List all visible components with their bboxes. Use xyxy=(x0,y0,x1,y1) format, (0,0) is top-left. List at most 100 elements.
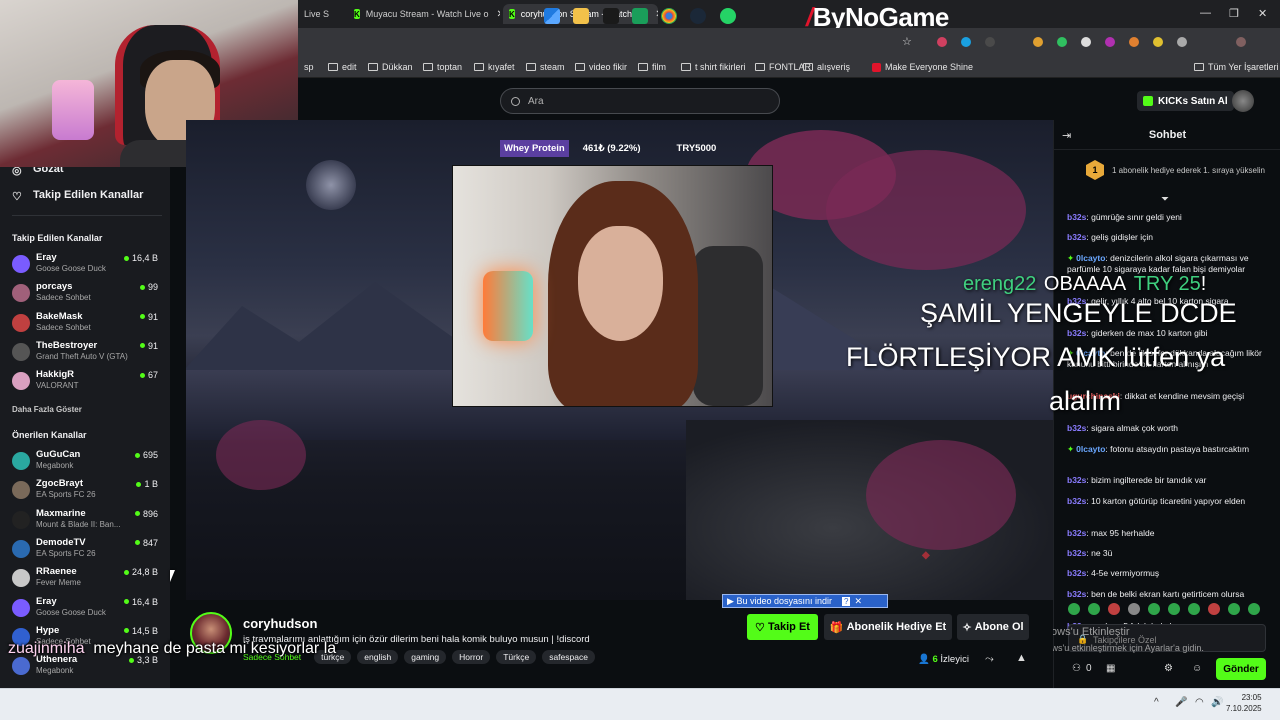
emote-icon[interactable] xyxy=(1248,603,1260,615)
bookmark-item[interactable]: video fikir xyxy=(575,62,627,72)
emote-icon[interactable] xyxy=(1128,603,1140,615)
report-warning-icon[interactable]: ▲ xyxy=(1016,652,1027,664)
tag[interactable]: safespace xyxy=(542,650,595,664)
emote-icon[interactable] xyxy=(1208,603,1220,615)
extension-icon[interactable] xyxy=(1129,37,1139,47)
sidebar-channel-item[interactable]: HakkigR VALORANT 67 xyxy=(10,368,162,394)
sidebar-channel-item[interactable]: TheBestroyer Grand Theft Auto V (GTA) 91 xyxy=(10,339,162,365)
extension-icon[interactable] xyxy=(985,37,995,47)
tab-live[interactable]: Live S xyxy=(298,4,346,24)
all-bookmarks[interactable]: Tüm Yer İşaretleri xyxy=(1194,62,1279,72)
chat-username[interactable]: b32s xyxy=(1067,496,1086,506)
emote-picker-icon[interactable]: ☺ xyxy=(1192,663,1202,674)
extension-icon[interactable] xyxy=(937,37,947,47)
tray-chevron-icon[interactable]: ^ xyxy=(1154,697,1159,708)
show-more-link[interactable]: Daha Fazla Göster xyxy=(12,405,82,414)
emote-icon[interactable] xyxy=(1168,603,1180,615)
bookmark-item[interactable]: Make Everyone Shine xyxy=(872,62,973,72)
sidebar-channel-item[interactable]: RRaenee Fever Meme 24,8 B xyxy=(10,565,162,591)
restore-icon[interactable]: ❐ xyxy=(1229,7,1239,20)
chat-username[interactable]: b32s xyxy=(1067,475,1086,485)
sidebar-channel-item[interactable]: DemodeTV EA Sports FC 26 847 xyxy=(10,536,162,562)
chat-username[interactable]: b32s xyxy=(1067,589,1086,599)
streamer-name[interactable]: coryhudson xyxy=(243,616,317,631)
chat-username[interactable]: b32s xyxy=(1067,528,1086,538)
bookmark-star-icon[interactable]: ☆ xyxy=(902,35,912,48)
chat-username[interactable]: b32s xyxy=(1067,548,1086,558)
clock[interactable]: 23:05 7.10.2025 xyxy=(1226,692,1262,714)
profile-avatar[interactable] xyxy=(1236,37,1246,47)
extensions-puzzle-icon[interactable] xyxy=(1177,37,1187,47)
sidebar-channel-item[interactable]: GuGuCan Megabonk 695 xyxy=(10,448,162,474)
close-icon[interactable]: ✕ xyxy=(854,596,862,607)
search-input[interactable]: Ara xyxy=(500,88,780,114)
emote-icon[interactable] xyxy=(1068,603,1080,615)
tag[interactable]: english xyxy=(357,650,399,664)
chat-username[interactable]: b32s xyxy=(1067,212,1086,222)
send-button[interactable]: Gönder xyxy=(1216,658,1266,680)
settings-gear-icon[interactable]: ⚙ xyxy=(1164,663,1173,674)
extension-icon[interactable] xyxy=(1057,37,1067,47)
extension-icon[interactable] xyxy=(961,37,971,47)
chat-username[interactable]: 0lcayto xyxy=(1076,444,1105,454)
help-icon[interactable]: ? xyxy=(842,596,851,606)
microphone-icon[interactable]: 🎤 xyxy=(1175,697,1187,708)
emote-icon[interactable] xyxy=(1088,603,1100,615)
chat-filter-icon[interactable]: ⏷ xyxy=(1161,194,1169,205)
sidebar-channel-item[interactable]: ZgocBrayt EA Sports FC 26 1 B xyxy=(10,477,162,503)
chat-username[interactable]: 0lcayto xyxy=(1076,253,1105,263)
gift-sub-button[interactable]: 🎁 Abonelik Hediye Et xyxy=(824,614,952,640)
wifi-icon[interactable]: ◠ xyxy=(1195,697,1204,708)
bookmark-item[interactable]: t shirt fikirleri xyxy=(681,62,746,72)
tag[interactable]: Türkçe xyxy=(496,650,537,664)
follow-button[interactable]: ♡ Takip Et xyxy=(747,614,818,640)
bookmark-item[interactable]: film xyxy=(638,62,666,72)
close-window-icon[interactable]: ✕ xyxy=(1258,7,1267,20)
sidebar-channel-item[interactable]: porcays Sadece Sohbet 99 xyxy=(10,280,162,306)
kicks-balance-icon[interactable]: ⚇ xyxy=(1072,663,1081,674)
chat-username[interactable]: b32s xyxy=(1067,568,1086,578)
gift-leaderboard[interactable]: 1 1 abonelik hediye ederek 1. sıraya yük… xyxy=(1086,160,1271,180)
bookmark-item[interactable]: Dükkan xyxy=(368,62,413,72)
bookmark-item[interactable]: edit xyxy=(328,62,357,72)
bookmark-item[interactable]: sp xyxy=(304,62,314,72)
sidebar-channel-item[interactable]: Eray Goose Goose Duck 16,4 B xyxy=(10,251,162,277)
extension-icon[interactable] xyxy=(1081,37,1091,47)
emote-icon[interactable] xyxy=(1188,603,1200,615)
shop-icon[interactable]: ▦ xyxy=(1106,663,1115,674)
sidebar-channel-item[interactable]: Eray Goose Goose Duck 16,4 B xyxy=(10,595,162,621)
chrome-icon[interactable] xyxy=(661,8,677,24)
emote-icon[interactable] xyxy=(1148,603,1160,615)
start-windows-icon[interactable] xyxy=(544,8,560,24)
download-video-bar[interactable]: ▶ Bu video dosyasını indir? ✕ xyxy=(722,594,888,608)
share-icon[interactable]: ⤳ xyxy=(985,653,994,666)
emote-icon[interactable] xyxy=(1108,603,1120,615)
buy-kicks-button[interactable]: KICKs Satın Al xyxy=(1137,91,1234,111)
extension-icon[interactable] xyxy=(1153,37,1163,47)
volume-icon[interactable]: 🔊 xyxy=(1211,697,1223,708)
close-tab-icon[interactable]: ✕ xyxy=(655,9,658,20)
bookmark-item[interactable]: toptan xyxy=(423,62,462,72)
sidebar-channel-item[interactable]: BakeMask Sadece Sohbet 91 xyxy=(10,310,162,336)
close-tab-icon[interactable]: ✕ xyxy=(497,9,501,20)
chat-username[interactable]: b32s xyxy=(1067,328,1086,338)
sidebar-channel-item[interactable]: Maxmarine Mount & Blade II: Ban... 896 xyxy=(10,507,162,533)
chat-username[interactable]: b32s xyxy=(1067,423,1086,433)
file-explorer-icon[interactable] xyxy=(573,8,589,24)
terminal-app-icon[interactable] xyxy=(603,8,619,24)
bookmark-item[interactable]: steam xyxy=(526,62,565,72)
chat-username[interactable]: b32s xyxy=(1067,232,1086,242)
sidebar-following[interactable]: ♡ Takip Edilen Kanallar xyxy=(12,189,143,203)
tag[interactable]: Horror xyxy=(452,650,491,664)
tag[interactable]: gaming xyxy=(404,650,447,664)
extension-icon[interactable] xyxy=(1105,37,1115,47)
whatsapp-icon[interactable] xyxy=(720,8,736,24)
subscribe-button[interactable]: ✧ Abone Ol xyxy=(957,614,1029,640)
tab-muyacu[interactable]: K Muyacu Stream - Watch Live o ✕ xyxy=(348,4,500,24)
bookmark-item[interactable]: alışveriş xyxy=(803,62,850,72)
extension-icon[interactable] xyxy=(1033,37,1043,47)
bookmark-item[interactable]: kıyafet xyxy=(474,62,515,72)
kick-app-icon[interactable] xyxy=(632,8,648,24)
minimize-icon[interactable]: — xyxy=(1200,7,1211,19)
user-avatar[interactable] xyxy=(1232,90,1254,112)
